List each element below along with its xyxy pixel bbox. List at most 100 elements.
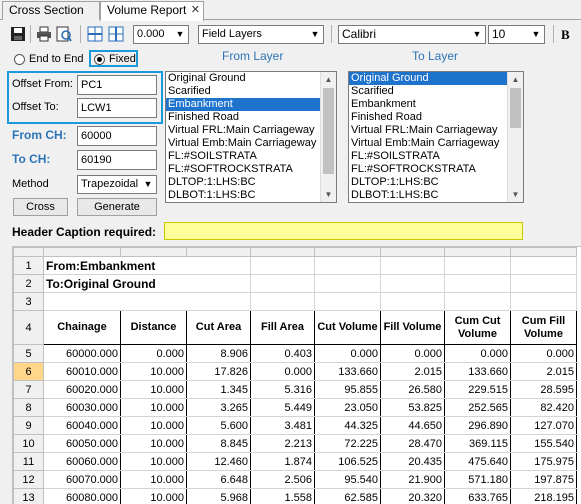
sheet-cell[interactable] — [444, 292, 511, 311]
column-header-cell[interactable] — [250, 247, 315, 257]
title-cell[interactable] — [43, 292, 251, 311]
data-cell[interactable]: 133.660 — [314, 362, 381, 381]
to-layer-list[interactable]: Original Ground Scarified Embankment Finish… — [348, 71, 524, 203]
split-horizontal-icon[interactable] — [87, 26, 103, 42]
data-cell[interactable]: 10.000 — [120, 434, 187, 453]
column-header-cell[interactable] — [444, 247, 511, 257]
offset-to-input[interactable]: LCW1 — [77, 98, 157, 118]
data-cell[interactable]: 0.403 — [250, 344, 315, 363]
from-layer-item[interactable]: FL:#SOILSTRATA — [166, 150, 336, 163]
data-cell[interactable]: 0.000 — [120, 344, 187, 363]
data-cell[interactable]: 1.345 — [186, 380, 251, 399]
data-cell[interactable]: 197.875 — [510, 470, 577, 489]
data-cell[interactable]: 2.213 — [250, 434, 315, 453]
row-header[interactable]: 6 — [13, 362, 44, 381]
data-cell[interactable]: 296.890 — [444, 416, 511, 435]
to-layer-item[interactable]: Virtual Emb:Main Carriageway — [349, 137, 523, 150]
sheet-cell[interactable] — [314, 274, 381, 293]
layer-type-select[interactable]: Field Layers ▼ — [198, 25, 324, 44]
to-layer-item[interactable]: DLTOP:1:LHS:BC — [349, 176, 523, 189]
to-ch-input[interactable]: 60190 — [77, 150, 157, 170]
column-header-cell[interactable] — [314, 247, 381, 257]
row-header[interactable]: 8 — [13, 398, 44, 417]
row-header[interactable]: 12 — [13, 470, 44, 489]
scroll-thumb[interactable] — [323, 88, 334, 174]
sheet-cell[interactable] — [510, 274, 577, 293]
data-cell[interactable]: 10.000 — [120, 488, 187, 504]
tab-volume-report[interactable]: Volume Report ✕ — [100, 1, 204, 21]
column-title-cell[interactable]: Cut Area — [186, 310, 251, 345]
sheet-cell[interactable] — [380, 256, 445, 275]
data-cell[interactable]: 633.765 — [444, 488, 511, 504]
to-layer-item[interactable]: Embankment — [349, 98, 523, 111]
sheet-cell[interactable] — [444, 256, 511, 275]
data-cell[interactable]: 5.968 — [186, 488, 251, 504]
sheet-cell[interactable] — [380, 292, 445, 311]
sheet-cell[interactable] — [314, 292, 381, 311]
from-layer-item[interactable]: Virtual FRL:Main Carriageway — [166, 124, 336, 137]
column-header-cell[interactable] — [510, 247, 577, 257]
from-layer-item[interactable]: FL:#SOFTROCKSTRATA — [166, 163, 336, 176]
from-layer-item[interactable]: DLBOT:1:LHS:BC — [166, 189, 336, 202]
data-cell[interactable]: 369.115 — [444, 434, 511, 453]
scroll-down-icon[interactable]: ▼ — [508, 187, 523, 202]
data-cell[interactable]: 28.470 — [380, 434, 445, 453]
from-layer-item[interactable]: Original Ground — [166, 72, 336, 85]
data-cell[interactable]: 571.180 — [444, 470, 511, 489]
column-header-cell[interactable] — [43, 247, 121, 257]
sheet-cell[interactable] — [510, 292, 577, 311]
offset-from-input[interactable]: PC1 — [77, 75, 157, 95]
column-title-cell[interactable]: Cum Fill Volume — [510, 310, 577, 345]
close-icon[interactable]: ✕ — [191, 2, 200, 19]
column-title-cell[interactable]: Distance — [120, 310, 187, 345]
column-title-cell[interactable]: Cut Volume — [314, 310, 381, 345]
data-cell[interactable]: 12.460 — [186, 452, 251, 471]
to-layer-item[interactable]: FL:#SOFTROCKSTRATA — [349, 163, 523, 176]
precision-select[interactable]: 0.000 ▼ — [133, 25, 189, 44]
from-layer-item[interactable]: Finished Road — [166, 111, 336, 124]
row-header[interactable]: 2 — [13, 274, 44, 293]
fixed-radio[interactable]: Fixed — [94, 53, 136, 65]
data-cell[interactable]: 0.000 — [510, 344, 577, 363]
data-cell[interactable]: 95.540 — [314, 470, 381, 489]
data-cell[interactable]: 53.825 — [380, 398, 445, 417]
scroll-down-icon[interactable]: ▼ — [321, 187, 336, 202]
data-cell[interactable]: 175.975 — [510, 452, 577, 471]
data-cell[interactable]: 95.855 — [314, 380, 381, 399]
to-layer-item[interactable]: Original Ground — [349, 72, 523, 85]
title-cell[interactable]: To:Original Ground — [43, 274, 251, 293]
cross-button[interactable]: Cross — [13, 198, 68, 216]
data-cell[interactable]: 0.000 — [380, 344, 445, 363]
from-layer-item[interactable]: Embankment — [166, 98, 336, 111]
data-cell[interactable]: 10.000 — [120, 398, 187, 417]
header-caption-input[interactable] — [164, 222, 523, 240]
data-cell[interactable]: 60000.000 — [43, 344, 121, 363]
data-cell[interactable]: 3.265 — [186, 398, 251, 417]
corner-cell[interactable] — [13, 247, 44, 257]
to-layer-item[interactable]: DLBOT:1:LHS:BC — [349, 189, 523, 202]
data-cell[interactable]: 2.015 — [510, 362, 577, 381]
font-select[interactable]: Calibri ▼ — [338, 25, 486, 44]
column-title-cell[interactable]: Fill Area — [250, 310, 315, 345]
data-cell[interactable]: 60080.000 — [43, 488, 121, 504]
data-cell[interactable]: 17.826 — [186, 362, 251, 381]
data-cell[interactable]: 44.325 — [314, 416, 381, 435]
data-cell[interactable]: 60060.000 — [43, 452, 121, 471]
row-header[interactable]: 7 — [13, 380, 44, 399]
data-cell[interactable]: 10.000 — [120, 362, 187, 381]
from-ch-input[interactable]: 60000 — [77, 126, 157, 146]
data-cell[interactable]: 1.558 — [250, 488, 315, 504]
print-preview-icon[interactable] — [56, 26, 72, 42]
save-icon[interactable] — [10, 26, 26, 42]
data-cell[interactable]: 10.000 — [120, 470, 187, 489]
from-layer-list[interactable]: Original Ground Scarified Embankment Finish… — [165, 71, 337, 203]
data-cell[interactable]: 60020.000 — [43, 380, 121, 399]
data-cell[interactable]: 60010.000 — [43, 362, 121, 381]
data-cell[interactable]: 10.000 — [120, 380, 187, 399]
data-cell[interactable]: 5.316 — [250, 380, 315, 399]
data-cell[interactable]: 26.580 — [380, 380, 445, 399]
data-cell[interactable]: 6.648 — [186, 470, 251, 489]
row-header[interactable]: 1 — [13, 256, 44, 275]
data-cell[interactable]: 62.585 — [314, 488, 381, 504]
sheet-cell[interactable] — [510, 256, 577, 275]
